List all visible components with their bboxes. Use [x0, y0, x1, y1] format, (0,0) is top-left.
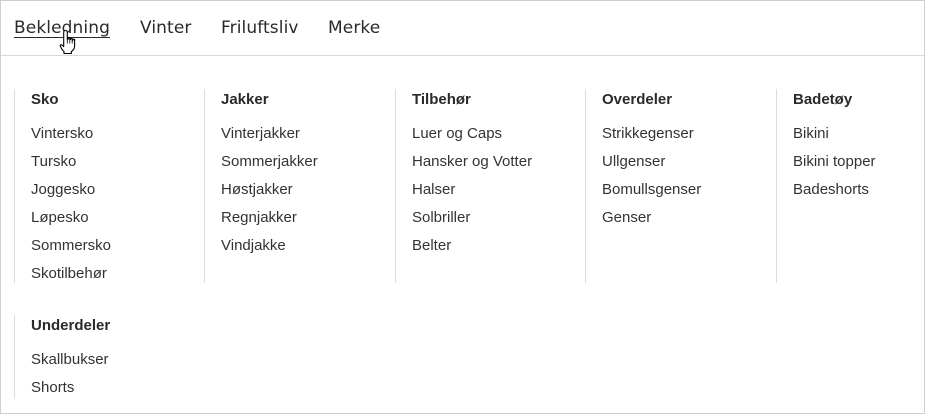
menu-link[interactable]: Belter	[412, 235, 532, 263]
menu-column-jakker: Jakker Vinterjakker Sommerjakker Høstjak…	[204, 89, 318, 283]
menu-column-sko: Sko Vintersko Tursko Joggesko Løpesko So…	[14, 89, 111, 283]
column-title: Tilbehør	[412, 91, 471, 108]
column-list: Skallbukser Shorts	[31, 349, 110, 405]
menu-column-badetoy: Badetøy Bikini Bikini topper Badeshorts	[776, 89, 876, 283]
column-list: Bikini Bikini topper Badeshorts	[793, 123, 876, 207]
menu-link[interactable]: Skotilbehør	[31, 263, 111, 291]
column-list: Strikkegenser Ullgenser Bomullsgenser Ge…	[602, 123, 701, 235]
column-title: Overdeler	[602, 91, 673, 108]
menu-link[interactable]: Ullgenser	[602, 151, 701, 179]
menu-link[interactable]: Solbriller	[412, 207, 532, 235]
menu-column-tilbehor: Tilbehør Luer og Caps Hansker og Votter …	[395, 89, 532, 283]
menu-link[interactable]: Halser	[412, 179, 532, 207]
nav-item-merke[interactable]: Merke	[328, 18, 380, 38]
column-title: Underdeler	[31, 317, 111, 334]
menu-link[interactable]: Sommerjakker	[221, 151, 318, 179]
menu-link[interactable]: Bikini	[793, 123, 876, 151]
nav-item-vinter[interactable]: Vinter	[140, 18, 191, 38]
menu-link[interactable]: Strikkegenser	[602, 123, 701, 151]
menu-link[interactable]: Løpesko	[31, 207, 111, 235]
column-title: Sko	[31, 91, 59, 108]
mega-menu-window: Bekledning Vinter Friluftsliv Merke Sko …	[0, 0, 925, 414]
column-title: Badetøy	[793, 91, 853, 108]
nav-item-friluftsliv[interactable]: Friluftsliv	[221, 18, 299, 38]
menu-link[interactable]: Joggesko	[31, 179, 111, 207]
menu-link[interactable]: Bomullsgenser	[602, 179, 701, 207]
menu-link[interactable]: Vindjakke	[221, 235, 318, 263]
menu-link[interactable]: Bikini topper	[793, 151, 876, 179]
menu-link[interactable]: Skallbukser	[31, 349, 110, 377]
menu-column-underdeler: Underdeler Skallbukser Shorts	[14, 315, 110, 399]
menu-link[interactable]: Vintersko	[31, 123, 111, 151]
menu-link[interactable]: Vinterjakker	[221, 123, 318, 151]
menu-link[interactable]: Luer og Caps	[412, 123, 532, 151]
top-navigation: Bekledning Vinter Friluftsliv Merke	[1, 1, 924, 56]
column-title: Jakker	[221, 91, 269, 108]
menu-link[interactable]: Regnjakker	[221, 207, 318, 235]
menu-link[interactable]: Hansker og Votter	[412, 151, 532, 179]
column-list: Luer og Caps Hansker og Votter Halser So…	[412, 123, 532, 263]
menu-link[interactable]: Sommersko	[31, 235, 111, 263]
menu-link[interactable]: Badeshorts	[793, 179, 876, 207]
column-list: Vintersko Tursko Joggesko Løpesko Sommer…	[31, 123, 111, 291]
menu-column-overdeler: Overdeler Strikkegenser Ullgenser Bomull…	[585, 89, 701, 283]
menu-link[interactable]: Genser	[602, 207, 701, 235]
nav-item-bekledning[interactable]: Bekledning	[14, 18, 110, 38]
column-list: Vinterjakker Sommerjakker Høstjakker Reg…	[221, 123, 318, 263]
menu-link[interactable]: Høstjakker	[221, 179, 318, 207]
menu-link[interactable]: Tursko	[31, 151, 111, 179]
menu-link[interactable]: Shorts	[31, 377, 110, 405]
